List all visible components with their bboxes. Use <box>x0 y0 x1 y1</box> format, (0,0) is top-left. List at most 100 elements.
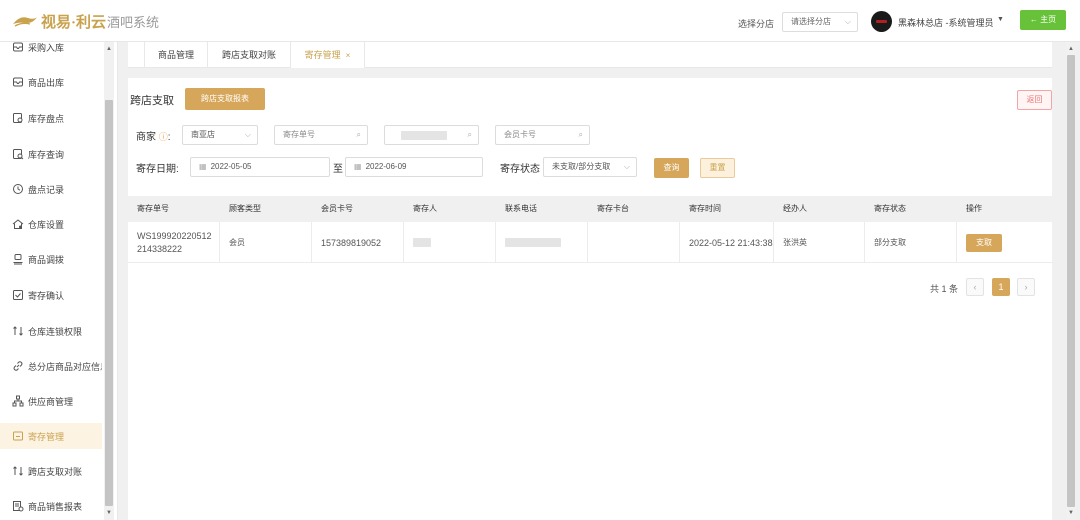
column-header: 会员卡号 <box>321 204 353 213</box>
blurred-search-input[interactable]: ⌕ <box>384 125 479 145</box>
cross-store-report-button[interactable]: 跨店支取报表 <box>185 88 265 110</box>
sidebar-item-label: 寄存管理 <box>28 431 65 442</box>
permission-icon <box>12 325 24 337</box>
sidebar: 采购入库 商品出库 库存盘点 库存查询 盘点记录 仓库设置 商品调拨 寄存确认 … <box>0 42 118 520</box>
scroll-down-arrow-icon[interactable]: ▼ <box>104 508 114 518</box>
sidebar-item-transfer[interactable]: 商品调拨 <box>0 246 102 272</box>
merchant-label-colon: : <box>167 132 171 143</box>
column-header: 寄存卡台 <box>597 204 629 213</box>
column-header: 寄存时间 <box>689 204 721 213</box>
sidebar-item-inventory-query[interactable]: 库存查询 <box>0 141 102 167</box>
storage-no-placeholder: 寄存单号 <box>283 130 315 139</box>
tab-bar: 商品管理 跨店支取对账 寄存管理 × <box>128 42 1052 68</box>
search-icon: ⌕ <box>356 130 361 139</box>
blurred-depositor <box>413 238 431 247</box>
prev-page-button[interactable]: ‹ <box>966 278 984 296</box>
column-header: 顾客类型 <box>229 204 261 213</box>
date-end-value: 2022-06-09 <box>365 162 407 171</box>
logo-text: 视易·利云 <box>41 14 107 31</box>
sidebar-item-label: 库存查询 <box>28 149 65 160</box>
supplier-icon <box>12 395 24 407</box>
outbox-icon <box>12 76 24 88</box>
page-title: 跨店支取 <box>130 95 174 107</box>
sidebar-item-label: 商品出库 <box>28 77 65 88</box>
member-card-input[interactable]: 会员卡号 ⌕ <box>495 125 590 145</box>
table-header: 寄存单号 顾客类型 会员卡号 寄存人 联系电话 寄存卡台 寄存时间 经办人 寄存… <box>128 196 1052 222</box>
calendar-icon: ▦ <box>199 162 207 171</box>
column-header: 寄存单号 <box>137 204 169 213</box>
sidebar-item-count-records[interactable]: 盘点记录 <box>0 176 102 202</box>
logo-subtitle: 酒吧系统 <box>107 14 160 30</box>
page-number-button[interactable]: 1 <box>992 278 1010 296</box>
blurred-value <box>401 131 447 140</box>
sidebar-item-label: 盘点记录 <box>28 184 65 195</box>
sidebar-item-goods-out[interactable]: 商品出库 <box>0 69 102 95</box>
storage-status-value: 未支取/部分支取 <box>552 162 611 171</box>
sidebar-item-supplier[interactable]: 供应商管理 <box>0 388 102 414</box>
user-name[interactable]: 黑森林总店 -系统管理员 <box>898 16 994 29</box>
confirm-icon <box>12 289 24 301</box>
tab-cross-store-reconcile[interactable]: 跨店支取对账 <box>208 42 291 68</box>
cell-time: 2022-05-12 21:43:38 <box>680 222 774 263</box>
storage-date-label: 寄存日期: <box>136 164 179 175</box>
sidebar-item-purchase-in[interactable]: 采购入库 <box>0 42 102 60</box>
merchant-select-value: 南亚店 <box>191 130 215 139</box>
inbox-icon <box>12 42 24 53</box>
top-bar: 视易·利云 酒吧系统 选择分店 请选择分店 ⌵ 黑森林总店 -系统管理员 ▼ ←… <box>0 0 1080 42</box>
table-row[interactable]: WS199920220512214338222 会员 157389819052 … <box>128 222 1052 263</box>
branch-select-placeholder: 请选择分店 <box>791 17 831 26</box>
avatar[interactable] <box>871 11 892 32</box>
date-start-input[interactable]: ▦ 2022-05-05 <box>190 157 330 177</box>
storage-status-select[interactable]: 未支取/部分支取 ⌵ <box>543 157 637 177</box>
sidebar-item-label: 仓库连锁权限 <box>28 326 83 337</box>
date-end-input[interactable]: ▦ 2022-06-09 <box>345 157 483 177</box>
caret-down-icon[interactable]: ▼ <box>997 16 1004 23</box>
tab-storage-management[interactable]: 寄存管理 × <box>291 42 365 68</box>
main-scroll-thumb[interactable] <box>1067 55 1075 507</box>
sidebar-item-warehouse-settings[interactable]: 仓库设置 <box>0 211 102 237</box>
sidebar-item-storage-confirm[interactable]: 寄存确认 <box>0 282 102 308</box>
member-card-placeholder: 会员卡号 <box>504 130 536 139</box>
next-page-button[interactable]: › <box>1017 278 1035 296</box>
sidebar-item-cross-store-reconcile[interactable]: 跨店支取对账 <box>0 458 102 484</box>
column-header: 操作 <box>966 204 982 213</box>
query-button[interactable]: 查询 <box>654 158 689 178</box>
column-header: 联系电话 <box>505 204 537 213</box>
tab-goods-management[interactable]: 商品管理 <box>144 42 208 68</box>
sidebar-item-label: 商品销售报表 <box>28 501 83 512</box>
cell-depositor <box>404 222 496 263</box>
merchant-select[interactable]: 南亚店 ⌵ <box>182 125 258 145</box>
sidebar-item-label: 商品调拨 <box>28 254 65 265</box>
back-button[interactable]: 返回 <box>1017 90 1052 110</box>
close-icon[interactable]: × <box>346 51 351 60</box>
logo: 视易·利云 酒吧系统 <box>12 10 159 32</box>
scroll-up-arrow-icon[interactable]: ▲ <box>1066 44 1076 54</box>
sidebar-item-label: 寄存确认 <box>28 290 65 301</box>
sidebar-item-storage-management[interactable]: 寄存管理 <box>0 423 102 449</box>
withdraw-button[interactable]: 支取 <box>966 233 1002 252</box>
cell-phone <box>496 222 588 263</box>
cell-handler: 张洪英 <box>774 222 865 263</box>
inventory-search-icon <box>12 148 24 160</box>
sidebar-item-branch-goods-mapping[interactable]: 总分店商品对应信息 <box>0 353 102 379</box>
sidebar-item-sales-report[interactable]: 商品销售报表 <box>0 493 102 519</box>
scroll-up-arrow-icon[interactable]: ▲ <box>104 44 114 54</box>
cell-order-no: WS199920220512214338222 <box>128 222 220 263</box>
branch-select[interactable]: 请选择分店 ⌵ <box>782 12 858 32</box>
date-start-value: 2022-05-05 <box>210 162 252 171</box>
cell-customer-type: 会员 <box>220 222 312 263</box>
scroll-down-arrow-icon[interactable]: ▼ <box>1066 508 1076 518</box>
sidebar-item-chain-permission[interactable]: 仓库连锁权限 <box>0 318 102 344</box>
home-button[interactable]: ← 主页 <box>1020 10 1066 30</box>
sidebar-item-label: 库存盘点 <box>28 113 65 124</box>
branch-label: 选择分店 <box>738 19 775 29</box>
reset-button[interactable]: 重置 <box>700 158 735 178</box>
column-header: 经办人 <box>783 204 807 213</box>
merchant-label-text: 商家 <box>136 132 156 143</box>
sidebar-scroll-thumb[interactable] <box>105 100 113 506</box>
sidebar-item-inventory-check[interactable]: 库存盘点 <box>0 105 102 131</box>
column-header: 寄存状态 <box>874 204 906 213</box>
sidebar-item-label: 供应商管理 <box>28 396 74 407</box>
column-header: 寄存人 <box>413 204 437 213</box>
storage-no-input[interactable]: 寄存单号 ⌕ <box>274 125 368 145</box>
